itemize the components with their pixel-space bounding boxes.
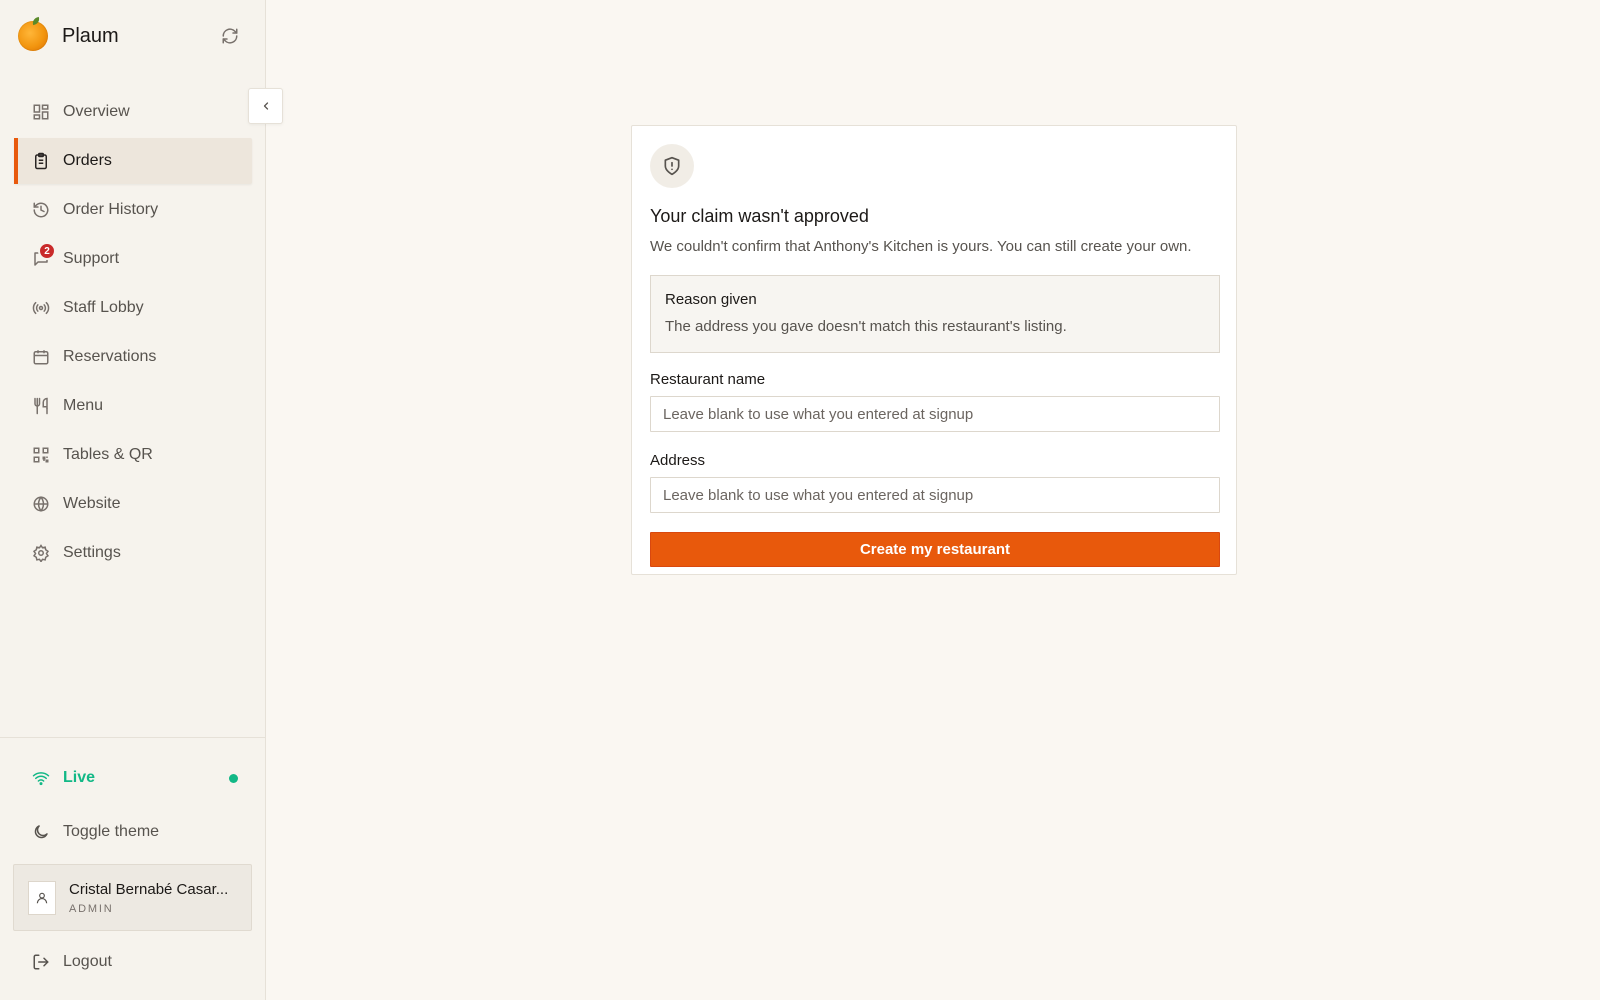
- restaurant-name-input[interactable]: [650, 396, 1220, 432]
- sidebar-item-overview[interactable]: Overview: [14, 89, 252, 135]
- broadcast-icon: [32, 299, 50, 317]
- address-label: Address: [650, 452, 706, 469]
- card-description: We couldn't confirm that Anthony's Kitch…: [650, 238, 1192, 255]
- sidebar-item-label: Website: [63, 495, 121, 512]
- wifi-icon: [32, 772, 50, 786]
- calendar-icon: [32, 348, 50, 366]
- user-name: Cristal Bernabé Casar...: [69, 880, 229, 898]
- moon-icon: [34, 825, 48, 839]
- sidebar-item-support[interactable]: 2 Support: [14, 236, 252, 282]
- live-status-label: Live: [63, 769, 96, 786]
- shield-alert-icon: [664, 156, 680, 176]
- brand-name: Plaum: [62, 24, 119, 47]
- sidebar-item-order-history[interactable]: Order History: [14, 187, 252, 233]
- logout-icon: [33, 954, 49, 970]
- globe-icon: [32, 495, 50, 513]
- avatar: [28, 880, 56, 915]
- sidebar-item-menu[interactable]: Menu: [14, 383, 252, 429]
- reason-title: Reason given: [665, 291, 757, 308]
- sidebar-item-settings[interactable]: Settings: [14, 530, 252, 576]
- toggle-theme-button[interactable]: Toggle theme: [32, 820, 159, 844]
- toggle-theme-label: Toggle theme: [63, 823, 160, 840]
- sidebar: Plaum Overview Orders Order History 2 Su…: [0, 0, 266, 1000]
- sidebar-item-orders[interactable]: Orders: [14, 138, 252, 184]
- restaurant-name-label: Restaurant name: [650, 371, 766, 388]
- user-icon: [36, 892, 48, 903]
- sidebar-item-label: Menu: [63, 397, 104, 414]
- sidebar-item-label: Overview: [63, 103, 130, 120]
- live-status[interactable]: Live: [32, 766, 238, 790]
- sidebar-item-label: Order History: [63, 201, 159, 218]
- chevron-left-icon: [263, 102, 268, 110]
- collapse-sidebar-button[interactable]: [248, 88, 283, 124]
- sidebar-item-tables-qr[interactable]: Tables & QR: [14, 432, 252, 478]
- logout-button[interactable]: Logout: [32, 950, 112, 974]
- refresh-icon: [222, 28, 238, 44]
- claim-rejected-card: Your claim wasn't approved We couldn't c…: [631, 125, 1237, 575]
- sidebar-item-label: Tables & QR: [63, 446, 153, 463]
- reason-text: The address you gave doesn't match this …: [665, 318, 1067, 335]
- sidebar-item-reservations[interactable]: Reservations: [14, 334, 252, 380]
- user-info: Cristal Bernabé Casar... ADMIN: [69, 881, 239, 915]
- sidebar-item-website[interactable]: Website: [14, 481, 252, 527]
- sidebar-item-label: Orders: [63, 152, 112, 169]
- sidebar-item-label: Staff Lobby: [63, 299, 144, 316]
- user-profile-card[interactable]: Cristal Bernabé Casar... ADMIN: [13, 864, 252, 931]
- refresh-button[interactable]: [218, 24, 242, 48]
- app-root: Plaum Overview Orders Order History 2 Su…: [0, 0, 1600, 1000]
- user-role: ADMIN: [69, 902, 114, 915]
- utensils-icon: [32, 397, 50, 415]
- logout-label: Logout: [63, 953, 112, 970]
- sidebar-nav: Overview Orders Order History 2 Support: [14, 89, 252, 579]
- address-input[interactable]: [650, 477, 1220, 513]
- card-content: Your claim wasn't approved We couldn't c…: [650, 144, 1220, 567]
- card-title: Your claim wasn't approved: [650, 206, 869, 226]
- qr-code-icon: [32, 446, 50, 464]
- sidebar-item-label: Settings: [63, 544, 121, 561]
- shield-badge: [650, 144, 694, 188]
- gear-icon: [32, 544, 50, 562]
- sidebar-item-staff-lobby[interactable]: Staff Lobby: [14, 285, 252, 331]
- create-restaurant-button[interactable]: Create my restaurant: [650, 532, 1220, 567]
- sidebar-divider: [0, 737, 266, 738]
- live-indicator-dot: [229, 774, 238, 783]
- history-icon: [32, 201, 50, 219]
- notification-badge: 2: [38, 242, 56, 260]
- reason-box: Reason given The address you gave doesn'…: [650, 275, 1220, 353]
- orange-logo-icon: [18, 21, 48, 51]
- dashboard-icon: [32, 103, 50, 121]
- clipboard-icon: [32, 152, 50, 170]
- brand: Plaum: [18, 20, 248, 52]
- sidebar-item-label: Reservations: [63, 348, 157, 365]
- sidebar-item-label: Support: [63, 250, 120, 267]
